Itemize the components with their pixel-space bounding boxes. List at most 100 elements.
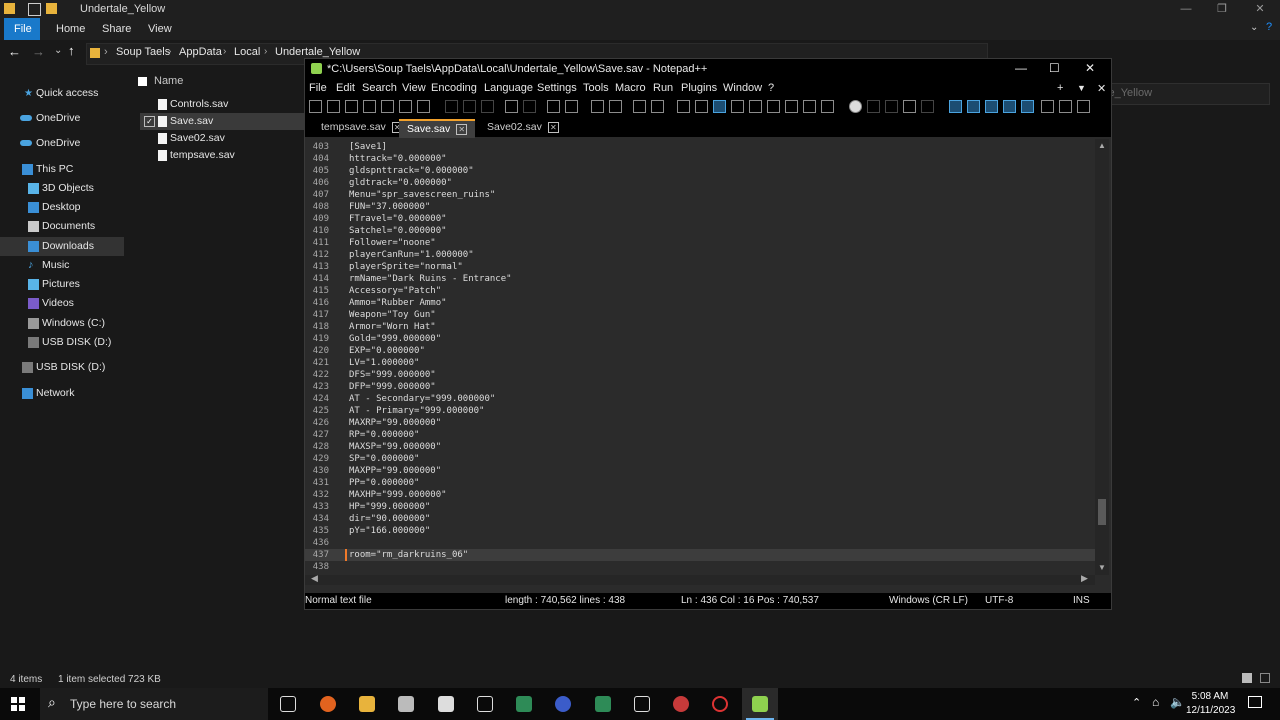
new-folder-icon[interactable] <box>46 3 57 14</box>
text-editor[interactable]: 403 [Save1] 404 httrack="0.000000" 405 gldspn… <box>305 139 1095 575</box>
file-row-save02[interactable]: Save02.sav <box>140 130 304 147</box>
stop-macro-icon[interactable] <box>867 100 880 113</box>
copy-icon[interactable] <box>463 100 476 113</box>
task-view-icon[interactable] <box>280 696 296 712</box>
code-line[interactable]: 411 Follower="noone" <box>305 237 1095 249</box>
menu-tools[interactable]: Tools <box>583 82 609 94</box>
npp-close-button[interactable]: ✕ <box>1085 61 1095 75</box>
sync-horizontal-icon[interactable] <box>651 100 664 113</box>
code-line[interactable]: 419 Gold="999.000000" <box>305 333 1095 345</box>
close-doc-icon[interactable]: ✕ <box>1097 82 1106 95</box>
code-line[interactable]: 432 MAXHP="999.000000" <box>305 489 1095 501</box>
plugin-clear-icon[interactable] <box>1077 100 1090 113</box>
save-macro-icon[interactable] <box>921 100 934 113</box>
menu-encoding[interactable]: Encoding <box>431 82 477 94</box>
zoom-in-icon[interactable] <box>591 100 604 113</box>
app-diamond-icon[interactable] <box>634 696 650 712</box>
recent-locations-icon[interactable]: ⌄ <box>54 45 62 56</box>
nav-onedrive[interactable]: OneDrive <box>0 109 124 128</box>
plugin-compare-icon[interactable] <box>949 100 962 113</box>
menu-run[interactable]: Run <box>653 82 673 94</box>
code-line[interactable]: 418 Armor="Worn Hat" <box>305 321 1095 333</box>
word-wrap-icon[interactable] <box>677 100 690 113</box>
nav-documents[interactable]: Documents <box>0 217 124 236</box>
sync-vertical-icon[interactable] <box>633 100 646 113</box>
nav-videos[interactable]: Videos <box>0 294 124 313</box>
file-row-tempsave[interactable]: tempsave.sav <box>140 147 304 164</box>
plugin-first-diff-icon[interactable] <box>1003 100 1016 113</box>
app-x-icon[interactable] <box>477 696 493 712</box>
menu-plugins[interactable]: Plugins <box>681 82 717 94</box>
network-icon[interactable]: ⌂ <box>1152 695 1159 709</box>
npp-maximize-button[interactable]: ☐ <box>1049 61 1060 75</box>
code-line[interactable]: 410 Satchel="0.000000" <box>305 225 1095 237</box>
menu-language[interactable]: Language <box>484 82 533 94</box>
code-line[interactable]: 415 Accessory="Patch" <box>305 285 1095 297</box>
monitoring-icon[interactable] <box>821 100 834 113</box>
doc-map-icon[interactable] <box>749 100 762 113</box>
tab-list-icon[interactable]: ▼ <box>1077 83 1086 93</box>
run-macro-multiple-icon[interactable] <box>903 100 916 113</box>
breadcrumb-local[interactable]: Local <box>234 46 260 58</box>
code-line[interactable]: 407 Menu="spr_savescreen_ruins" <box>305 189 1095 201</box>
taskbar-active-app[interactable] <box>742 688 778 720</box>
menu-settings[interactable]: Settings <box>537 82 577 94</box>
ribbon-tab-home[interactable]: Home <box>46 18 95 40</box>
horizontal-scrollbar[interactable]: ◀ ▶ <box>305 573 1095 585</box>
breadcrumb-undertale-yellow[interactable]: Undertale_Yellow <box>275 46 360 58</box>
code-line[interactable]: 434 dir="90.000000" <box>305 513 1095 525</box>
app-green-x-icon[interactable] <box>516 696 532 712</box>
app-red-icon[interactable] <box>673 696 689 712</box>
code-line[interactable]: 438 <box>305 561 1095 573</box>
nav-onedrive-2[interactable]: OneDrive <box>0 134 124 153</box>
code-line[interactable]: 433 HP="999.000000" <box>305 501 1095 513</box>
nav-this-pc[interactable]: This PC <box>0 160 124 179</box>
folder-workspace-icon[interactable] <box>803 100 816 113</box>
file-row-save[interactable]: ✓ Save.sav <box>140 113 304 130</box>
redo-icon[interactable] <box>523 100 536 113</box>
chevron-down-icon[interactable]: ⌄ <box>1250 22 1258 33</box>
taskbar-search-box[interactable]: ⌕ Type here to search <box>40 688 268 720</box>
status-encoding[interactable]: UTF-8 <box>985 593 1013 609</box>
replace-icon[interactable] <box>565 100 578 113</box>
show-all-chars-icon[interactable] <box>695 100 708 113</box>
code-line[interactable]: 413 playerSprite="normal" <box>305 261 1095 273</box>
code-line[interactable]: 429 SP="0.000000" <box>305 453 1095 465</box>
record-macro-icon[interactable] <box>849 100 862 113</box>
menu-help[interactable]: ? <box>768 82 774 94</box>
print-icon[interactable] <box>417 100 430 113</box>
menu-search[interactable]: Search <box>362 82 397 94</box>
tab-save02[interactable]: Save02.sav ✕ <box>479 119 567 136</box>
find-icon[interactable] <box>547 100 560 113</box>
select-all-checkbox[interactable] <box>138 77 147 86</box>
plugin-last-diff-icon[interactable] <box>1021 100 1034 113</box>
scroll-left-icon[interactable]: ◀ <box>311 573 318 584</box>
code-line[interactable]: 417 Weapon="Toy Gun" <box>305 309 1095 321</box>
code-line[interactable]: 412 playerCanRun="1.000000" <box>305 249 1095 261</box>
scroll-up-icon[interactable]: ▲ <box>1098 141 1106 150</box>
code-line[interactable]: 423 DFP="999.000000" <box>305 381 1095 393</box>
scroll-right-icon[interactable]: ▶ <box>1081 573 1088 584</box>
code-line[interactable]: 425 AT - Primary="999.000000" <box>305 405 1095 417</box>
user-lang-icon[interactable] <box>731 100 744 113</box>
volume-icon[interactable]: 🔈 <box>1170 695 1185 709</box>
nav-quick-access[interactable]: ★ Quick access <box>0 84 124 103</box>
play-macro-icon[interactable] <box>885 100 898 113</box>
checkbox-checked-icon[interactable]: ✓ <box>144 116 155 127</box>
close-button[interactable]: ✕ <box>1242 0 1278 18</box>
code-line[interactable]: 436 <box>305 537 1095 549</box>
code-line[interactable]: 431 PP="0.000000" <box>305 477 1095 489</box>
paste-icon[interactable] <box>481 100 494 113</box>
minimize-button[interactable]: — <box>1168 0 1204 18</box>
show-hidden-icons[interactable]: ⌃ <box>1132 696 1141 709</box>
system-clock[interactable]: 5:08 AM 12/11/2023 <box>1186 690 1235 718</box>
nav-music[interactable]: ♪ Music <box>0 256 124 275</box>
add-tab-icon[interactable]: + <box>1057 82 1063 94</box>
file-explorer-icon[interactable] <box>359 696 375 712</box>
code-line[interactable]: 403 [Save1] <box>305 141 1095 153</box>
close-all-icon[interactable] <box>399 100 412 113</box>
large-icons-view-icon[interactable] <box>1260 673 1270 683</box>
details-view-icon[interactable] <box>1242 673 1252 683</box>
code-line[interactable]: 430 MAXPP="99.000000" <box>305 465 1095 477</box>
store-icon[interactable] <box>398 696 414 712</box>
